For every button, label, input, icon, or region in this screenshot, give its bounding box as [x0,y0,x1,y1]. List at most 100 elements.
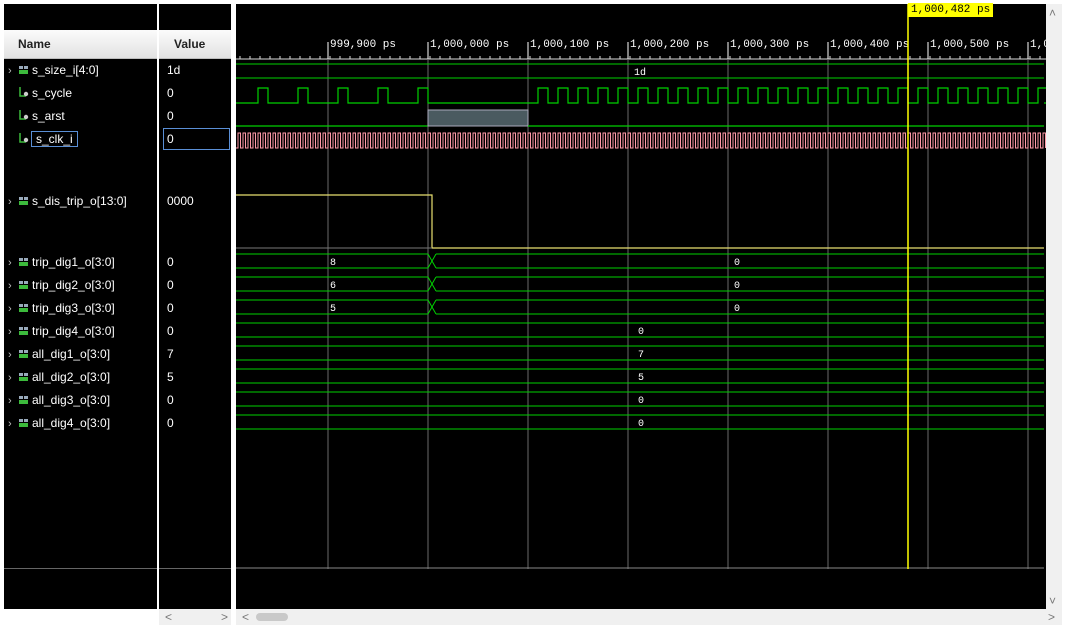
signal-row[interactable]: s_arst [8,106,65,126]
scroll-up-icon[interactable]: ˄ [1049,6,1056,20]
bus-value-label: 0 [638,419,644,430]
signal-value: 0 [167,109,174,123]
signal-row[interactable]: s_cycle [8,83,72,103]
ruler-tick-label: 1,000,000 ps [430,39,509,51]
signal-name-label: s_arst [32,109,65,123]
bus-icon [18,60,32,80]
name-panel-divider [4,568,157,569]
bus-value-label: 0 [734,281,740,292]
wave-scroll-right-icon[interactable]: > [1048,610,1055,624]
chevron-right-icon[interactable]: › [8,345,18,365]
signal-row[interactable]: › trip_dig3_o[3:0] [8,298,115,318]
signal-value: 0 [167,255,174,269]
signal-row[interactable]: › all_dig2_o[3:0] [8,367,110,387]
wave-scroll-left-icon[interactable]: < [242,610,249,624]
signal-name-label: all_dig2_o[3:0] [32,370,111,384]
name-header-label: Name [18,37,51,51]
signal-value: 0 [167,324,174,338]
signal-row[interactable]: › all_dig3_o[3:0] [8,390,110,410]
signal-value: 0 [167,301,174,315]
signal-row[interactable]: › all_dig4_o[3:0] [8,413,110,433]
signal-value: 0000 [167,194,194,208]
waveform-panel[interactable]: 999,900 ps 1,000,000 ps 1,000,100 ps 1,000,… [236,4,1046,609]
signal-name-label: s_clk_i [31,131,78,147]
ruler-tick-label: 1,0 [1030,39,1046,51]
bit-icon [18,106,32,126]
signal-name-label: s_cycle [32,86,73,100]
scroll-down-icon[interactable]: ˅ [1049,594,1056,608]
signal-name-label: s_dis_trip_o[13:0] [32,194,127,208]
cursor-time-label: 1,000,482 ps [908,3,994,17]
waveform-horizontal-scrollbar[interactable]: < > [236,609,1062,625]
signal-value: 1d [167,63,181,77]
ruler-tick-label: 1,000,200 ps [630,39,709,51]
signal-row[interactable]: › s_dis_trip_o[13:0] [8,191,127,211]
chevron-right-icon[interactable]: › [8,253,18,273]
s-cycle-wave [236,87,1046,104]
chevron-right-icon[interactable]: › [8,368,18,388]
scroll-right-icon[interactable]: > [221,610,228,624]
signal-row[interactable]: › trip_dig4_o[3:0] [8,321,115,341]
signal-value: 0 [167,393,174,407]
bus-value-label: 7 [638,350,644,361]
bus-value-label: 0 [734,304,740,315]
signal-name-label: trip_dig4_o[3:0] [32,324,115,338]
signal-value: 0 [163,128,230,150]
vertical-scrollbar[interactable]: ˄ ˅ [1046,4,1062,609]
bus-icon [18,191,32,211]
ruler-tick-label: 1,000,300 ps [730,39,809,51]
bus-icon [18,252,32,272]
bit-icon [18,129,32,149]
signal-row[interactable]: › trip_dig2_o[3:0] [8,275,115,295]
bus-icon [18,275,32,295]
signal-value: 0 [167,278,174,292]
bus-value-label: 6 [330,281,336,292]
bus-icon [18,321,32,341]
signal-row[interactable]: › trip_dig1_o[3:0] [8,252,115,272]
chevron-right-icon[interactable]: › [8,322,18,342]
value-header-label: Value [174,37,206,51]
ruler-tick-label: 1,000,400 ps [830,39,909,51]
scroll-left-icon[interactable]: < [165,610,172,624]
chevron-right-icon[interactable]: › [8,414,18,434]
bus-value-label: 0 [734,258,740,269]
waveform-canvas[interactable]: 999,900 ps 1,000,000 ps 1,000,100 ps 1,000,… [236,4,1046,609]
bus-icon [18,298,32,318]
signal-name-label: all_dig4_o[3:0] [32,416,111,430]
chevron-right-icon[interactable]: › [8,276,18,296]
signal-row[interactable]: › all_dig1_o[3:0] [8,344,110,364]
bus-icon [18,390,32,410]
chevron-right-icon[interactable]: › [8,391,18,411]
signal-name-label: trip_dig3_o[3:0] [32,301,115,315]
signal-name-label: trip_dig2_o[3:0] [32,278,115,292]
ruler-tick-label: 1,000,500 ps [930,39,1009,51]
bus-icon [18,344,32,364]
bus-value-label: 5 [330,304,336,315]
signal-value: 0 [167,416,174,430]
s-dis-trip-wave [236,194,1044,249]
signal-row[interactable]: s_clk_i [8,129,78,149]
ruler-tick-label: 1,000,100 ps [530,39,609,51]
value-scrollbar[interactable]: < > [159,609,231,625]
name-column-header[interactable]: Name [4,30,157,59]
signal-value: 5 [167,370,174,384]
signal-row[interactable]: › s_size_i[4:0] [8,60,99,80]
bus-value-label: 8 [330,258,336,269]
bus-value-label: 0 [638,396,644,407]
signal-name-label: s_size_i[4:0] [32,63,99,77]
value-panel-divider [159,568,231,569]
signal-name-label: all_dig3_o[3:0] [32,393,111,407]
signal-name-label: all_dig1_o[3:0] [32,347,111,361]
scroll-thumb[interactable] [256,613,288,621]
signal-name-label: trip_dig1_o[3:0] [32,255,115,269]
chevron-right-icon[interactable]: › [8,299,18,319]
chevron-right-icon[interactable]: › [8,192,18,212]
bus-icon [18,413,32,433]
value-column-header[interactable]: Value [159,30,231,59]
ruler-tick-label: 999,900 ps [330,39,396,51]
signal-value: 0 [167,86,174,100]
bus-icon [18,367,32,387]
chevron-right-icon[interactable]: › [8,61,18,81]
s-arst-high [427,109,529,127]
bit-icon [18,83,32,103]
